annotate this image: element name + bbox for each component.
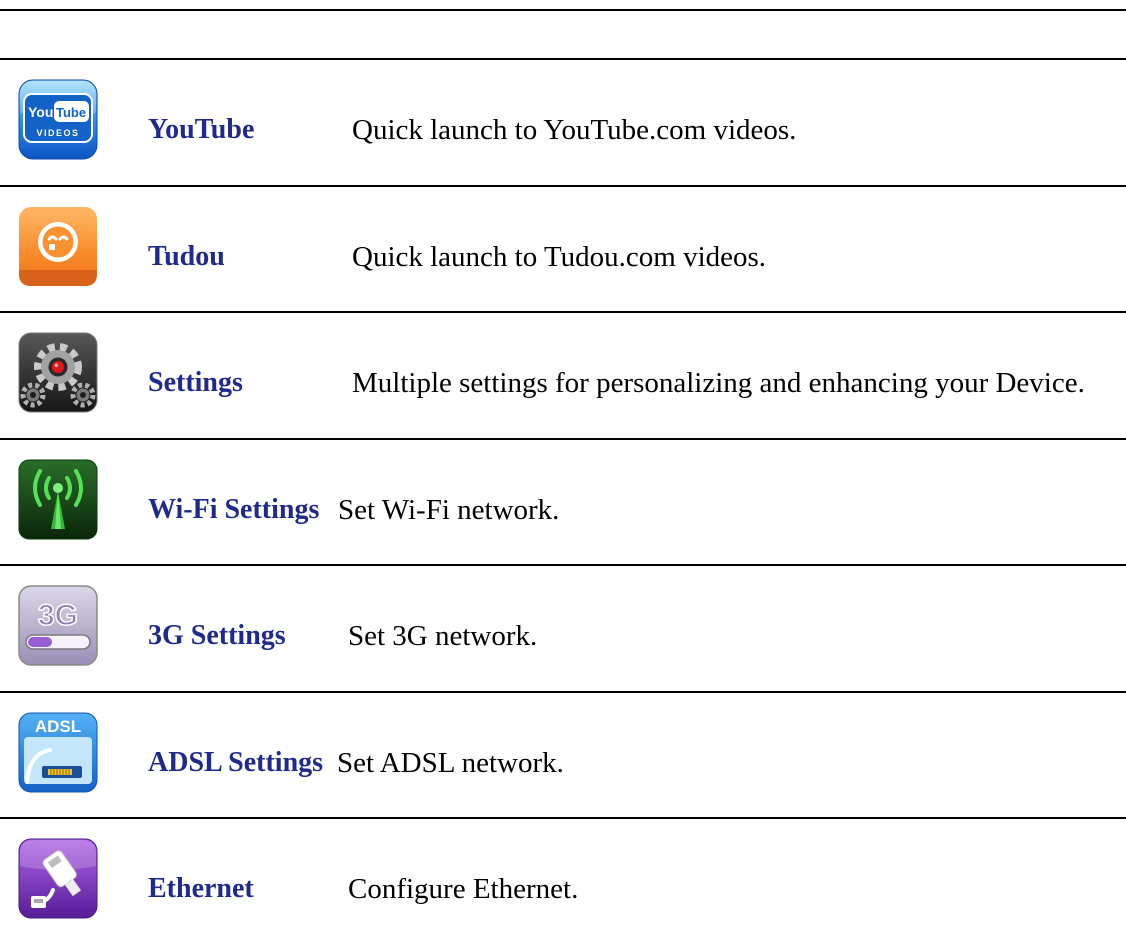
app-description: Configure Ethernet. bbox=[348, 873, 579, 905]
app-description: Multiple settings for personalizing and … bbox=[352, 367, 1085, 399]
settings-gear-icon bbox=[18, 332, 98, 413]
app-name: Wi-Fi Settings bbox=[148, 493, 320, 525]
ethernet-plug-icon bbox=[18, 838, 98, 919]
3g-logo-text: 3G bbox=[38, 599, 78, 632]
table-row-youtube: You Tube VIDEOS YouTube Quick launch to … bbox=[0, 60, 1126, 187]
app-name: ADSL Settings bbox=[148, 746, 324, 778]
table-row-ethernet: Ethernet Configure Ethernet. bbox=[0, 819, 1126, 937]
table-row-3g-settings: 3G 3G Settings Set 3G network. bbox=[0, 566, 1126, 693]
3g-icon: 3G bbox=[18, 585, 98, 666]
app-description: Quick launch to YouTube.com videos. bbox=[352, 114, 797, 146]
youtube-icon: You Tube VIDEOS bbox=[18, 79, 98, 160]
adsl-logo-text: ADSL bbox=[35, 717, 81, 736]
app-description: Quick launch to Tudou.com videos. bbox=[352, 240, 767, 273]
wifi-antenna-icon bbox=[18, 459, 98, 539]
table-row-wifi-settings: Wi-Fi Settings Set Wi-Fi network. bbox=[0, 440, 1126, 566]
app-name: Settings bbox=[148, 367, 243, 398]
youtube-logo-you-text: You bbox=[28, 104, 53, 120]
tudou-icon bbox=[19, 206, 97, 286]
app-table: You Tube VIDEOS YouTube Quick launch to … bbox=[0, 9, 1126, 937]
app-description: Set Wi-Fi network. bbox=[338, 493, 560, 526]
app-description: Set 3G network. bbox=[348, 620, 538, 652]
adsl-modem-icon: ADSL bbox=[18, 712, 98, 792]
app-name: Ethernet bbox=[148, 873, 254, 904]
app-name: YouTube bbox=[148, 114, 255, 145]
table-row-settings: Settings Multiple settings for personali… bbox=[0, 313, 1126, 440]
table-row-adsl-settings: ADSL ADSL Settings Set ADSL network. bbox=[0, 693, 1126, 819]
table-header-row bbox=[0, 11, 1126, 60]
youtube-logo-tube-text: Tube bbox=[56, 105, 86, 120]
youtube-logo-videos-text: VIDEOS bbox=[36, 128, 79, 138]
table-row-tudou: Tudou Quick launch to Tudou.com videos. bbox=[0, 187, 1126, 313]
app-name: Tudou bbox=[148, 240, 225, 272]
app-description: Set ADSL network. bbox=[337, 746, 564, 779]
app-name: 3G Settings bbox=[148, 620, 286, 651]
